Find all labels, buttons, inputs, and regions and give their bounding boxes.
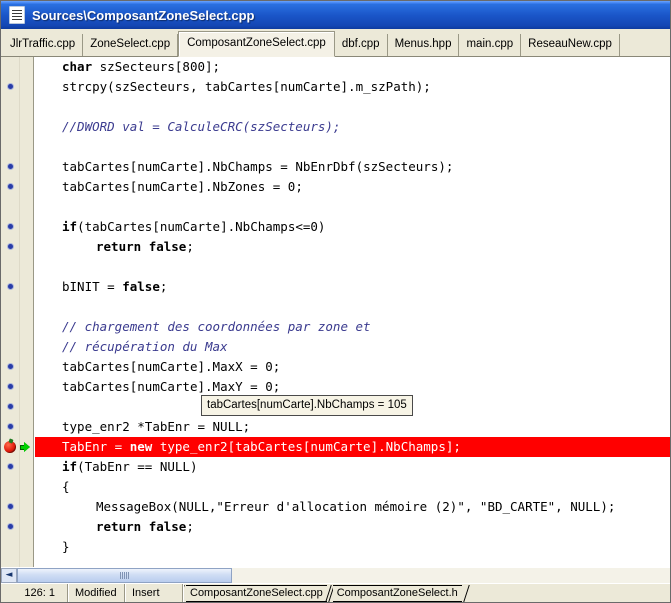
editor-tab-composantzoneselect-cpp[interactable]: ComposantZoneSelect.cpp [178,31,335,57]
code-line[interactable]: bINIT = false; [35,277,670,297]
code-line[interactable]: MessageBox(NULL,"Erreur d'allocation mém… [35,497,670,517]
code-line[interactable]: // chargement des coordonnées par zone e… [35,317,670,337]
code-line[interactable] [35,297,670,317]
gutter-compiled-dot-icon [8,424,13,429]
editor-tab-label: ZoneSelect.cpp [90,38,171,50]
code-line[interactable] [35,557,670,567]
cursor-position-indicator: 126: 1 [1,584,68,602]
gutter-mark[interactable] [1,77,34,97]
scrollbar-thumb[interactable] [17,568,232,583]
window-title: Sources\ComposantZoneSelect.cpp [32,7,255,23]
horizontal-scrollbar[interactable]: ◄ [1,567,670,583]
scroll-left-arrow-icon[interactable]: ◄ [1,568,17,583]
code-line[interactable]: { [35,477,670,497]
code-line[interactable]: return false; [35,237,670,257]
gutter-mark[interactable] [1,457,34,477]
editor-tab-label: dbf.cpp [341,38,380,50]
gutter-compiled-dot-icon [8,404,13,409]
gutter-compiled-dot-icon [8,384,13,389]
window-titlebar: Sources\ComposantZoneSelect.cpp [1,1,670,29]
code-line[interactable]: tabCartes[numCarte].MaxY = 0; [35,377,670,397]
code-line[interactable]: return false; [35,517,670,537]
code-line[interactable] [35,197,670,217]
gutter-compiled-dot-icon [8,364,13,369]
gutter-compiled-dot-icon [8,524,13,529]
gutter-mark[interactable] [1,217,34,237]
document-icon [9,6,25,24]
gutter-mark[interactable] [1,157,34,177]
gutter-mark[interactable] [1,237,34,257]
gutter-mark[interactable] [1,497,34,517]
code-line[interactable]: type_enr2 *TabEnr = NULL; [35,417,670,437]
gutter-compiled-dot-icon [8,464,13,469]
gutter-mark[interactable] [1,417,34,437]
code-line[interactable]: tabCartes[numCarte].NbZones = 0; [35,177,670,197]
scrollbar-grip-icon [119,572,130,579]
status-file-tabs: ComposantZoneSelect.cpp ComposantZoneSele… [183,584,670,602]
gutter-mark[interactable] [1,377,34,397]
gutter-divider [19,57,20,567]
code-editor-window: Sources\ComposantZoneSelect.cpp JlrTraff… [0,0,671,603]
gutter-mark-breakpoint[interactable] [1,437,34,457]
editor-tab-label: main.cpp [466,38,514,50]
editor-tab-menus-hpp[interactable]: Menus.hpp [387,34,460,56]
editor-tab-reseaunew-cpp[interactable]: ReseauNew.cpp [521,34,620,56]
editor-tab-main-cpp[interactable]: main.cpp [459,34,522,56]
gutter-compiled-dot-icon [8,284,13,289]
code-line[interactable]: if(TabEnr == NULL) [35,457,670,477]
gutter-compiled-dot-icon [8,224,13,229]
status-file-tab[interactable]: ComposantZoneSelect.h [332,584,462,602]
editor-gutter[interactable] [1,57,34,567]
code-line[interactable] [35,97,670,117]
gutter-compiled-dot-icon [8,244,13,249]
gutter-compiled-dot-icon [8,504,13,509]
status-bar: 126: 1 Modified Insert ComposantZoneSele… [1,583,670,602]
code-line-current[interactable]: TabEnr = new type_enr2[tabCartes[numCart… [35,437,670,457]
code-line[interactable]: } [35,537,670,557]
current-statement-arrow-icon [20,442,31,453]
editor-surface[interactable]: char szSecteurs[800]; strcpy(szSecteurs, … [1,57,670,567]
code-line[interactable] [35,257,670,277]
code-text-area[interactable]: char szSecteurs[800]; strcpy(szSecteurs, … [35,57,670,567]
code-line[interactable]: //DWORD val = CalculeCRC(szSecteurs); [35,117,670,137]
gutter-mark[interactable] [1,277,34,297]
gutter-compiled-dot-icon [8,164,13,169]
gutter-mark[interactable] [1,177,34,197]
editor-tab-label: ReseauNew.cpp [528,38,612,50]
code-line[interactable]: tabCartes[numCarte].MaxX = 0; [35,357,670,377]
editor-tab-dbf-cpp[interactable]: dbf.cpp [334,34,388,56]
code-line[interactable] [35,137,670,157]
code-line[interactable]: tabCartes[numCarte].NbChamps = NbEnrDbf(… [35,157,670,177]
insert-mode-indicator: Insert [125,584,183,602]
code-line[interactable]: char szSecteurs[800]; [35,57,670,77]
code-line[interactable]: // récupération du Max [35,337,670,357]
code-line[interactable]: strcpy(szSecteurs, tabCartes[numCarte].m… [35,77,670,97]
gutter-mark[interactable] [1,357,34,377]
scrollbar-track[interactable] [17,568,670,583]
editor-tab-label: ComposantZoneSelect.cpp [187,36,326,49]
gutter-mark[interactable] [1,397,34,417]
editor-tab-label: Menus.hpp [394,38,452,50]
status-file-tab[interactable]: ComposantZoneSelect.cpp [186,584,327,602]
modified-indicator: Modified [68,584,125,602]
code-line[interactable]: if(tabCartes[numCarte].NbChamps<=0) [35,217,670,237]
gutter-mark[interactable] [1,517,34,537]
editor-tabstrip: JlrTraffic.cpp ZoneSelect.cpp ComposantZon… [1,29,670,57]
editor-tab-label: JlrTraffic.cpp [10,38,76,50]
editor-tab-zoneselect-cpp[interactable]: ZoneSelect.cpp [83,34,179,56]
editor-tab-jlrtraffic-cpp[interactable]: JlrTraffic.cpp [3,34,84,56]
gutter-compiled-dot-icon [8,84,13,89]
variable-value-tooltip: tabCartes[numCarte].NbChamps = 105 [201,395,413,416]
gutter-compiled-dot-icon [8,184,13,189]
breakpoint-icon[interactable] [4,441,16,453]
